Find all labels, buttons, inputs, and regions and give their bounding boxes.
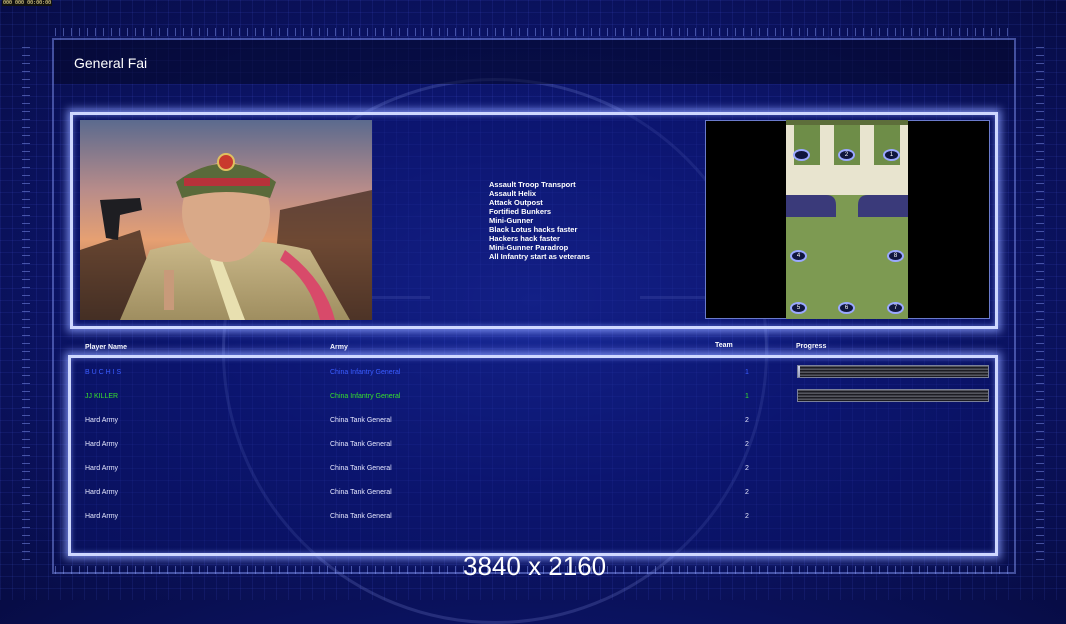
player-name: Hard Army	[85, 417, 119, 424]
player-army: China Infantry General	[330, 393, 401, 400]
map-start-spot: 7	[887, 302, 904, 314]
player-team: 2	[745, 441, 749, 448]
abilities-list: Assault Troop Transport Assault Helix At…	[489, 180, 590, 261]
player-row: B U C H I S China Infantry General 1	[85, 369, 765, 381]
player-row: Hard Army China Tank General 2	[85, 465, 765, 477]
fps-counter: 000 000 00:00:00	[2, 0, 53, 6]
map-start-spot: 5	[790, 302, 807, 314]
resolution-label: 3840 x 2160	[463, 551, 607, 581]
player-row: Hard Army China Tank General 2	[85, 489, 765, 501]
player-team: 2	[745, 465, 749, 472]
general-title: General Fai	[74, 55, 148, 71]
ability-item: Attack Outpost	[489, 198, 543, 207]
map-start-spot: 6	[838, 302, 855, 314]
map-start-spot: 8	[887, 250, 904, 262]
ability-item: Mini-Gunner Paradrop	[489, 243, 569, 252]
players-panel	[68, 355, 998, 556]
general-portrait	[80, 120, 372, 320]
map-start-spot: 2	[838, 149, 855, 161]
ruler-top	[55, 28, 1015, 36]
player-name: Hard Army	[85, 513, 119, 520]
progress-bar	[797, 365, 989, 378]
ability-item: Assault Helix	[489, 189, 537, 198]
ability-item: Black Lotus hacks faster	[489, 225, 578, 234]
player-team: 1	[745, 369, 749, 376]
player-name: JJ KILLER	[85, 393, 119, 400]
ability-item: All Infantry start as veterans	[489, 252, 590, 261]
player-team: 1	[745, 393, 749, 400]
player-army: China Infantry General	[330, 369, 401, 376]
ability-item: Assault Troop Transport	[489, 180, 576, 189]
player-army: China Tank General	[330, 441, 392, 448]
ruler-left	[22, 40, 30, 560]
player-team: 2	[745, 513, 749, 520]
ability-item: Hackers hack faster	[489, 234, 560, 243]
player-team: 2	[745, 417, 749, 424]
map-start-spot: 4	[790, 250, 807, 262]
header-army: Army	[330, 344, 348, 351]
map-start-spot: 1	[883, 149, 900, 161]
player-army: China Tank General	[330, 417, 392, 424]
player-name: Hard Army	[85, 441, 119, 448]
player-team: 2	[745, 489, 749, 496]
player-army: China Tank General	[330, 465, 392, 472]
player-name: B U C H I S	[85, 369, 122, 376]
player-row: Hard Army China Tank General 2	[85, 513, 765, 525]
player-army: China Tank General	[330, 513, 392, 520]
header-progress: Progress	[796, 343, 827, 350]
map-start-spot	[793, 149, 810, 161]
ruler-right	[1036, 40, 1044, 560]
header-player-name: Player Name	[85, 344, 128, 351]
title-bar	[54, 40, 1014, 84]
ability-item: Fortified Bunkers	[489, 207, 552, 216]
header-team: Team	[715, 342, 733, 349]
player-row: Hard Army China Tank General 2	[85, 441, 765, 453]
player-row: Hard Army China Tank General 2	[85, 417, 765, 429]
player-army: China Tank General	[330, 489, 392, 496]
player-name: Hard Army	[85, 465, 119, 472]
player-row: JJ KILLER China Infantry General 1	[85, 393, 765, 405]
ability-item: Mini-Gunner	[489, 216, 534, 225]
player-name: Hard Army	[85, 489, 119, 496]
progress-bar	[797, 389, 989, 402]
